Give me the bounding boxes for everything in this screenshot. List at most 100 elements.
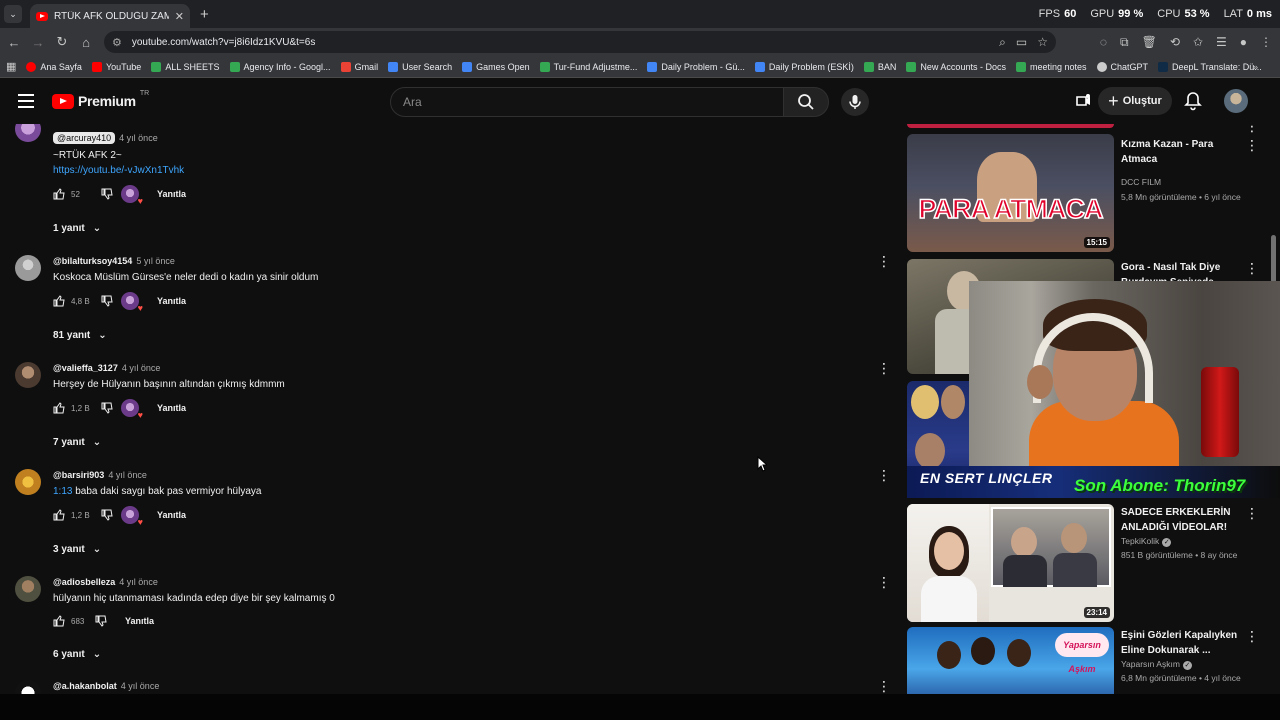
rec-menu-icon[interactable]: ⋮ (1245, 138, 1259, 152)
avatar[interactable] (15, 124, 41, 142)
search-button[interactable] (783, 87, 829, 117)
bookmark-item[interactable]: Ana Sayfa (26, 61, 82, 72)
like-icon[interactable] (53, 509, 65, 521)
view-replies-button[interactable]: 3 yanıt ⌄ (53, 544, 101, 555)
channel-name[interactable]: TepkiKolik ✓ (1121, 536, 1172, 547)
like-icon[interactable] (53, 402, 65, 414)
avatar[interactable] (15, 255, 41, 281)
apps-grid-icon[interactable]: ▦ (6, 60, 16, 73)
dislike-icon[interactable] (101, 509, 113, 521)
dislike-icon[interactable] (101, 402, 113, 414)
voice-search-button[interactable] (841, 88, 869, 116)
rec-menu-icon[interactable]: ⋮ (1245, 261, 1259, 275)
bookmark-item[interactable]: ChatGPT (1096, 61, 1148, 72)
address-bar[interactable]: ⚙ youtube.com/watch?v=j8i6Idz1KVU&t=6s ⌕… (104, 31, 1056, 53)
bookmark-item[interactable]: BAN (863, 61, 896, 72)
bookmark-item[interactable]: meeting notes (1015, 61, 1087, 72)
like-icon[interactable] (53, 615, 65, 627)
youtube-premium-logo[interactable]: Premium TR (52, 90, 149, 109)
zoom-icon[interactable]: ⌕ (999, 35, 1006, 50)
comment-author[interactable]: @adiosbelleza 4 yıl önce (53, 577, 158, 587)
bookmark-item[interactable]: Gmail (340, 61, 378, 72)
account-avatar[interactable] (1224, 89, 1248, 113)
bookmark-item[interactable]: Daily Problem (ESKİ) (754, 61, 854, 72)
video-title[interactable]: Kızma Kazan - Para Atmaca (1121, 137, 1246, 167)
view-replies-button[interactable]: 7 yanıt ⌄ (53, 437, 101, 448)
video-thumbnail[interactable]: 23:14 (907, 504, 1114, 622)
profile-icon[interactable]: ● (1240, 35, 1247, 49)
reply-button[interactable]: Yanıtla (125, 616, 154, 626)
reload-icon[interactable]: ↻ (50, 34, 74, 50)
rec-menu-icon[interactable]: ⋮ (1245, 124, 1259, 135)
comment-menu-icon[interactable]: ⋮ (877, 254, 891, 268)
reply-button[interactable]: Yanıtla (157, 296, 186, 306)
comment-link[interactable]: https://youtu.be/-vJwXn1Tvhk (53, 165, 184, 176)
comment-author[interactable]: @a.hakanbolat 4 yıl önce (53, 681, 159, 691)
video-timestamp-link[interactable]: 1:13 (53, 486, 72, 497)
extension-icon[interactable]: ◌ (1100, 35, 1107, 49)
forward-icon[interactable]: → (26, 35, 50, 50)
video-title[interactable]: SADECE ERKEKLERİN ANLADIĞI VİDEOLAR! (1121, 505, 1246, 535)
comment-author[interactable]: @barsiri903 4 yıl önce (53, 470, 147, 480)
create-button[interactable]: + Oluştur (1098, 87, 1172, 115)
site-info-icon[interactable]: ⚙ (112, 36, 122, 49)
view-replies-button[interactable]: 6 yanıt ⌄ (53, 649, 101, 660)
comment-author-pill[interactable]: @arcuray410 (53, 132, 116, 144)
bookmark-star-icon[interactable]: ☆ (1037, 35, 1048, 50)
comment-menu-icon[interactable]: ⋮ (877, 575, 891, 589)
install-app-icon[interactable]: ▭ (1016, 35, 1027, 50)
avatar[interactable] (15, 680, 41, 694)
view-replies-button[interactable]: 1 yanıt ⌄ (53, 223, 101, 234)
close-tab-icon[interactable]: ✕ (175, 10, 184, 23)
bookmark-item[interactable]: New Accounts - Docs (906, 61, 1006, 72)
search-input[interactable]: Ara (390, 87, 784, 117)
more-bookmarks-icon[interactable]: » (1253, 62, 1258, 72)
history-icon[interactable]: ⟲ (1170, 35, 1180, 49)
reply-button[interactable]: Yanıtla (157, 189, 186, 199)
bookmark-item[interactable]: Games Open (462, 61, 530, 72)
tab-search-button[interactable]: ⌄ (4, 5, 22, 23)
bookmark-item[interactable]: Daily Problem - Gü... (647, 61, 745, 72)
avatar[interactable] (15, 469, 41, 495)
sparkle-icon[interactable] (1074, 93, 1092, 112)
like-icon[interactable] (53, 295, 65, 307)
reply-button[interactable]: Yanıtla (157, 510, 186, 520)
avatar[interactable] (15, 576, 41, 602)
rec-menu-icon[interactable]: ⋮ (1245, 506, 1259, 520)
rec-menu-icon[interactable]: ⋮ (1245, 629, 1259, 643)
new-tab-button[interactable]: + (200, 6, 209, 23)
home-icon[interactable]: ⌂ (74, 35, 98, 50)
bookmark-item[interactable]: Tur-Fund Adjustme... (539, 61, 637, 72)
view-replies-button[interactable]: 81 yanıt ⌄ (53, 330, 107, 341)
bookmark-item[interactable]: User Search (388, 61, 452, 72)
menu-icon[interactable] (18, 94, 34, 112)
browser-tab[interactable]: RTÜK AFK OLDUĞU ZAMANLAR ✕ (30, 4, 190, 28)
trash-icon[interactable]: 🗑 (1142, 35, 1157, 49)
extensions-puzzle-icon[interactable]: ⧉ (1120, 35, 1129, 50)
dislike-icon[interactable] (101, 295, 113, 307)
dislike-icon[interactable] (101, 188, 113, 200)
video-title[interactable]: Eşini Gözleri Kapalıyken Eline Dokunarak… (1121, 628, 1246, 658)
channel-name[interactable]: Yaparsın Aşkım ✓ (1121, 659, 1192, 670)
comment-author[interactable]: @bilalturksoy4154 5 yıl önce (53, 256, 175, 266)
browser-menu-icon[interactable]: ⋮ (1260, 35, 1272, 49)
reading-list-icon[interactable]: ☰ (1216, 35, 1227, 49)
video-thumbnail[interactable]: PARA ATMACA 15:15 (907, 134, 1114, 252)
bookmark-item[interactable]: Agency Info - Googl... (229, 61, 331, 72)
comment-menu-icon[interactable]: ⋮ (877, 361, 891, 375)
back-icon[interactable]: ← (2, 35, 26, 50)
comment-menu-icon[interactable]: ⋮ (877, 679, 891, 693)
dislike-icon[interactable] (95, 615, 107, 627)
bookmark-item[interactable]: ALL SHEETS (151, 61, 220, 72)
avatar[interactable] (15, 362, 41, 388)
bookmark-item[interactable]: DeepL Translate: Dü... (1158, 61, 1262, 72)
comment-author[interactable]: @valieffa_3127 4 yıl önce (53, 363, 160, 373)
notifications-bell-icon[interactable] (1184, 91, 1202, 114)
channel-name[interactable]: DCC FILM (1121, 177, 1161, 187)
bookmark-item[interactable]: YouTube (91, 61, 141, 72)
favorites-icon[interactable]: ✩ (1193, 35, 1203, 49)
video-thumbnail[interactable]: Yaparsın Aşkım (907, 627, 1114, 694)
scrollbar-thumb[interactable] (1271, 235, 1276, 283)
reply-button[interactable]: Yanıtla (157, 403, 186, 413)
video-title[interactable]: Gora - Nasıl Tak Diye Burdayım Şenivede (1121, 260, 1246, 283)
